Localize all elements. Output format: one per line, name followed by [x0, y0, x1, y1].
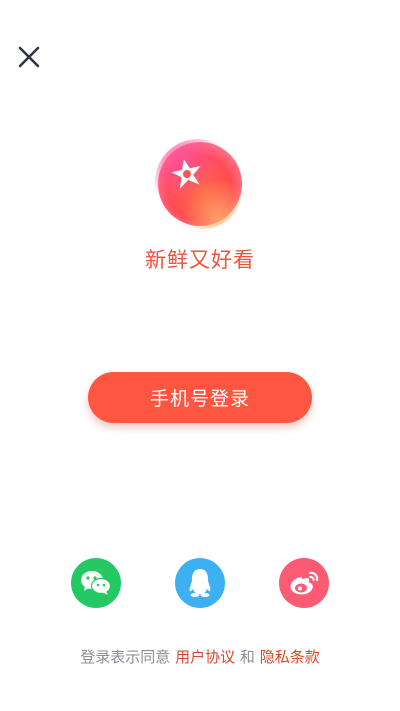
close-icon [18, 46, 40, 68]
phone-login-button[interactable]: 手机号登录 [88, 372, 312, 423]
wechat-icon [81, 571, 112, 595]
login-screen: 新鲜又好看 手机号登录 登录表示同意 用户协议 和 隐私条款 [0, 0, 400, 711]
privacy-policy-link[interactable]: 隐私条款 [260, 648, 320, 666]
close-button[interactable] [14, 42, 44, 72]
app-tagline: 新鲜又好看 [145, 248, 255, 272]
weibo-icon [290, 571, 319, 595]
qq-icon [189, 569, 211, 597]
app-logo [150, 136, 250, 236]
wechat-login-button[interactable] [71, 558, 121, 608]
star-logo-icon [155, 139, 243, 229]
user-agreement-link[interactable]: 用户协议 [175, 648, 235, 666]
weibo-login-button[interactable] [279, 558, 329, 608]
agreement-prefix: 登录表示同意 [80, 648, 171, 666]
agreement-text: 登录表示同意 用户协议 和 隐私条款 [0, 646, 400, 667]
qq-login-button[interactable] [175, 558, 225, 608]
agreement-conjunction: 和 [239, 648, 255, 666]
